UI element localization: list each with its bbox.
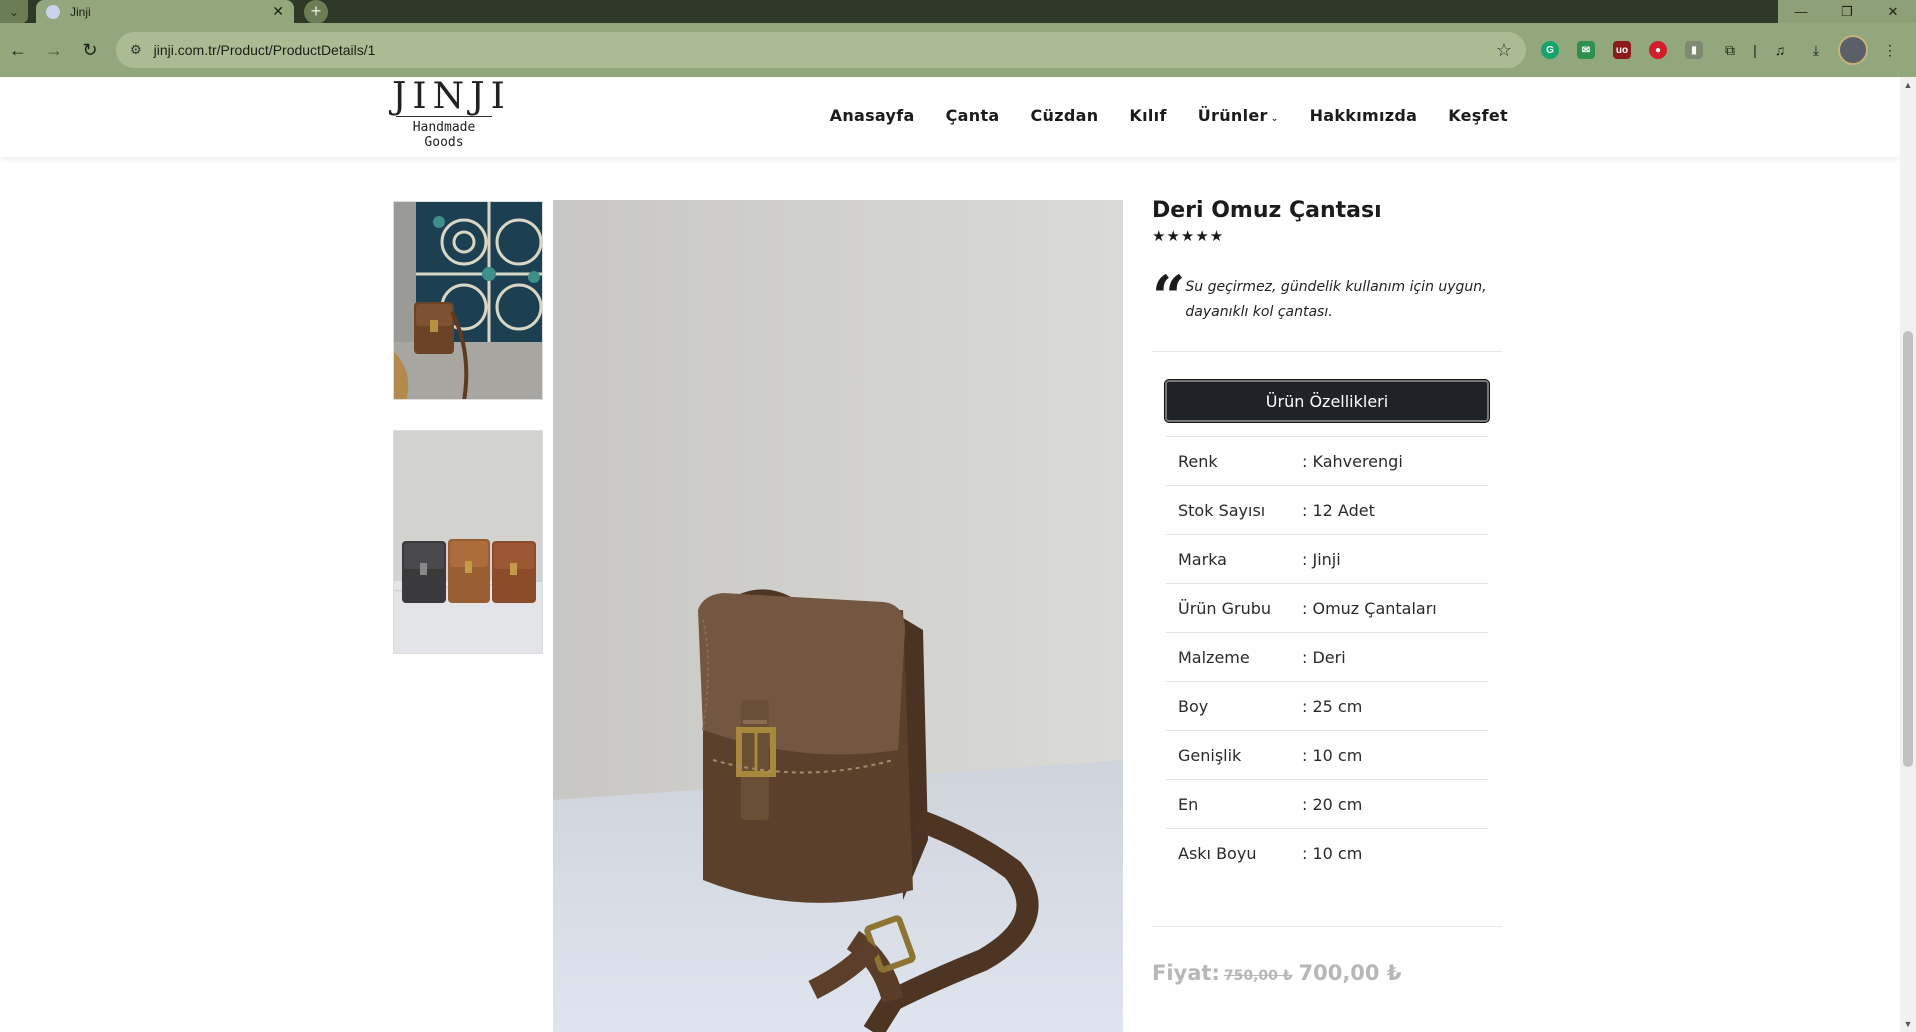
browser-toolbar: ← → ↻ ⚙ jinji.com.tr/Product/ProductDeta…	[0, 23, 1916, 77]
nav-urunler-dropdown[interactable]: Ürünler ⌄	[1198, 106, 1279, 125]
nav-hakkimizda[interactable]: Hakkımızda	[1310, 106, 1418, 125]
logo-sub-1: Handmade	[412, 120, 476, 135]
site-logo[interactable]: JINJI Handmade Goods	[392, 77, 511, 151]
spec-key: Boy	[1166, 681, 1302, 731]
spec-key: Askı Boyu	[1166, 828, 1302, 878]
site-header: JINJI Handmade Goods Anasayfa Çanta Cüzd…	[0, 77, 1900, 157]
product-specs-button[interactable]: Ürün Özellikleri	[1165, 380, 1489, 422]
reload-button[interactable]: ↻	[72, 32, 108, 68]
main-nav: Anasayfa Çanta Cüzdan Kılıf Ürünler ⌄ Hak…	[830, 106, 1508, 125]
ublock-extension-icon[interactable]: uo	[1608, 36, 1636, 64]
page-scrollbar[interactable]: ▲ ▼	[1900, 77, 1916, 1032]
old-price: 750,00 ₺	[1223, 967, 1293, 984]
scrollbar-thumb[interactable]	[1903, 331, 1913, 767]
spec-value: : 25 cm	[1302, 681, 1488, 731]
scroll-down-icon[interactable]: ▼	[1900, 1016, 1916, 1032]
nav-anasayfa[interactable]: Anasayfa	[830, 106, 915, 125]
spec-value: : Omuz Çantaları	[1302, 583, 1488, 633]
forward-button[interactable]: →	[36, 32, 72, 68]
spec-value: : Kahverengi	[1302, 436, 1488, 486]
url-text[interactable]: jinji.com.tr/Product/ProductDetails/1	[154, 42, 1496, 58]
logo-sub-2: Goods	[424, 135, 464, 150]
logo-word: JINJI	[392, 77, 511, 117]
product-thumbnail-1[interactable]	[393, 201, 543, 400]
rating-stars: ★★★★★	[1152, 228, 1225, 245]
spec-value: : 20 cm	[1302, 779, 1488, 829]
address-bar[interactable]: ⚙ jinji.com.tr/Product/ProductDetails/1 …	[116, 32, 1526, 68]
spec-key: Malzeme	[1166, 632, 1302, 682]
window-controls: — ❐ ✕	[1778, 0, 1916, 23]
spec-row: Genişlik: 10 cm	[1166, 730, 1488, 780]
divider-bottom	[1152, 925, 1502, 927]
nav-urunler-label: Ürünler	[1197, 106, 1268, 125]
site-info-icon[interactable]: ⚙	[130, 42, 142, 58]
spec-key: Renk	[1166, 436, 1302, 486]
extensions-puzzle-icon[interactable]: ⧉	[1716, 36, 1744, 64]
back-button[interactable]: ←	[0, 32, 36, 68]
chevron-down-icon: ⌄	[1270, 114, 1279, 124]
profile-avatar[interactable]	[1838, 35, 1868, 65]
spec-value: : 12 Adet	[1302, 485, 1488, 535]
spec-key: Genişlik	[1166, 730, 1302, 780]
spec-key: Stok Sayısı	[1166, 485, 1302, 535]
spec-key: Ürün Grubu	[1166, 583, 1302, 633]
nav-canta[interactable]: Çanta	[946, 106, 1000, 125]
spec-value: : 10 cm	[1302, 828, 1488, 878]
spec-row: En: 20 cm	[1166, 779, 1488, 829]
spec-value: : Jinji	[1302, 534, 1488, 584]
restore-button[interactable]: ❐	[1824, 0, 1870, 23]
product-title: Deri Omuz Çantası	[1152, 198, 1382, 223]
spec-row: Boy: 25 cm	[1166, 681, 1488, 731]
price-block: Fiyat: 750,00 ₺ 700,00 ₺	[1152, 961, 1502, 985]
spec-row: Renk: Kahverengi	[1166, 436, 1488, 486]
nav-cuzdan[interactable]: Cüzdan	[1031, 106, 1099, 125]
spec-key: Marka	[1166, 534, 1302, 584]
spec-value: : Deri	[1302, 632, 1488, 682]
grey-extension-icon[interactable]: ▮	[1680, 36, 1708, 64]
new-tab-button[interactable]: +	[304, 0, 328, 24]
minimize-button[interactable]: —	[1778, 0, 1824, 23]
leather-bag-image	[553, 200, 1123, 1032]
scroll-up-icon[interactable]: ▲	[1900, 77, 1916, 93]
spec-row: Ürün Grubu: Omuz Çantaları	[1166, 583, 1488, 633]
spec-row: Askı Boyu: 10 cm	[1166, 828, 1488, 878]
spec-row: Malzeme: Deri	[1166, 632, 1488, 682]
nav-kilif[interactable]: Kılıf	[1129, 106, 1166, 125]
grammarly-extension-icon[interactable]: G	[1536, 36, 1564, 64]
toolbar-separator: |	[1753, 42, 1757, 58]
browser-menu-icon[interactable]: ⋮	[1876, 36, 1904, 64]
quote-icon: “	[1152, 263, 1186, 331]
price-label: Fiyat:	[1152, 960, 1220, 985]
product-description: Su geçirmez, gündelik kullanım için uygu…	[1185, 279, 1487, 320]
nav-kesfet[interactable]: Keşfet	[1448, 106, 1508, 125]
specs-table: Renk: Kahverengi Stok Sayısı: 12 Adet Mark…	[1166, 436, 1488, 878]
divider-top	[1152, 351, 1502, 352]
browser-tabbar: ⌄ Jinji ✕ + — ❐ ✕	[0, 0, 1916, 24]
site-favicon-icon	[46, 4, 60, 19]
mail-extension-icon[interactable]: ✉	[1572, 36, 1600, 64]
spec-row: Marka: Jinji	[1166, 534, 1488, 584]
product-main-image[interactable]	[553, 200, 1123, 1032]
tile-bag-image	[394, 202, 542, 399]
bookmark-star-icon[interactable]: ☆	[1496, 40, 1512, 61]
media-control-icon[interactable]: ♫	[1766, 36, 1794, 64]
product-info: Deri Omuz Çantası ★★★★★ “ Su geçirmez, g…	[1152, 198, 1502, 985]
spec-value: : 10 cm	[1302, 730, 1488, 780]
extensions-row: G ✉ uo ● ▮ ⧉ | ♫ ⤓ ⋮	[1536, 32, 1904, 68]
tab-search-button[interactable]: ⌄	[0, 0, 28, 23]
spec-key: En	[1166, 779, 1302, 829]
product-description-block: “ Su geçirmez, gündelik kullanım için uy…	[1152, 263, 1502, 331]
browser-tab[interactable]: Jinji ✕	[36, 0, 294, 23]
red-extension-icon[interactable]: ●	[1644, 36, 1672, 64]
downloads-icon[interactable]: ⤓	[1802, 36, 1830, 64]
spec-row: Stok Sayısı: 12 Adet	[1166, 485, 1488, 535]
specs-table-body: Renk: Kahverengi Stok Sayısı: 12 Adet Mark…	[1166, 436, 1488, 878]
page-viewport: JINJI Handmade Goods Anasayfa Çanta Cüzd…	[0, 77, 1916, 1032]
three-bags-image	[394, 431, 542, 653]
tab-close-icon[interactable]: ✕	[272, 3, 284, 20]
tab-title: Jinji	[70, 4, 91, 19]
close-window-button[interactable]: ✕	[1870, 0, 1916, 23]
product-thumbnail-2[interactable]	[393, 430, 543, 654]
current-price: 700,00 ₺	[1298, 960, 1402, 985]
